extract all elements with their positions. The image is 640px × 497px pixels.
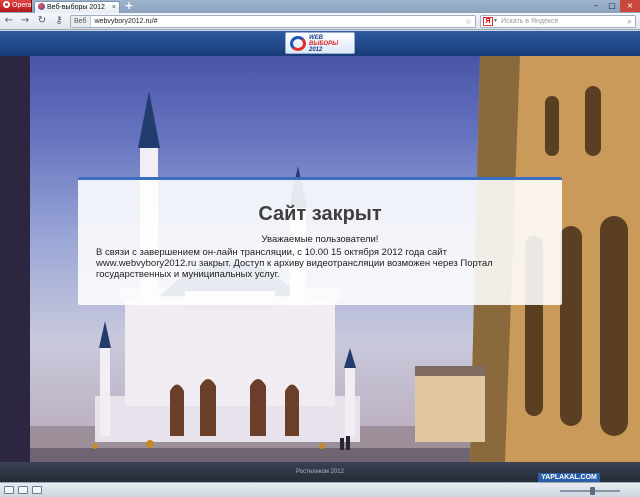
search-placeholder: Искать в Яндексе	[501, 18, 559, 25]
maximize-button[interactable]: □	[604, 0, 620, 12]
window-controls: – □ ×	[588, 0, 640, 12]
new-tab-button[interactable]: +	[123, 0, 135, 12]
close-window-button[interactable]: ×	[620, 0, 640, 12]
notice-title: Сайт закрыт	[258, 203, 382, 225]
opera-logo-icon	[3, 1, 10, 8]
speed-dial-icon[interactable]	[18, 486, 28, 494]
background-photo: Сайт закрыт Уважаемые пользователи! В св…	[0, 56, 640, 462]
site-badge[interactable]: Веб	[71, 16, 91, 27]
panel-toggle-icon[interactable]	[4, 486, 14, 494]
yandex-icon[interactable]: Я	[483, 17, 493, 26]
notice-message: В связи с завершением он-лайн трансляции…	[96, 247, 493, 280]
tab-webvybory[interactable]: Веб-выборы 2012 ×	[34, 1, 120, 13]
tab-bar: Opera Веб-выборы 2012 × + – □ ×	[0, 0, 640, 13]
logo-line-year: 2012	[309, 47, 323, 53]
back-button[interactable]: ←	[3, 15, 15, 27]
forward-button[interactable]: →	[19, 15, 31, 27]
tab-close-icon[interactable]: ×	[112, 2, 116, 13]
reload-button[interactable]: ↻	[36, 15, 48, 27]
site-header: WEB ВЫБОРЫ 2012	[0, 31, 640, 56]
site-favicon-icon	[38, 3, 45, 10]
search-go-icon[interactable]: ⌕	[628, 16, 632, 27]
opera-menu-label: Opera	[12, 2, 32, 9]
key-icon[interactable]: ⚷	[53, 15, 65, 27]
site-logo[interactable]: WEB ВЫБОРЫ 2012	[285, 32, 355, 54]
logo-swirl-icon	[290, 36, 306, 51]
address-url: webvybory2012.ru/#	[94, 18, 158, 25]
notice-greeting: Уважаемые пользователи!	[261, 234, 379, 245]
minimize-button[interactable]: –	[588, 0, 604, 12]
tab-label: Веб-выборы 2012	[47, 4, 105, 11]
zoom-slider-handle[interactable]	[590, 487, 595, 495]
status-bar	[0, 482, 640, 497]
search-engine-dropdown-icon[interactable]: ▾	[494, 16, 497, 27]
address-field[interactable]: Веб webvybory2012.ru/# ☆	[70, 15, 476, 28]
turbo-icon[interactable]	[32, 486, 42, 494]
search-field[interactable]: Я ▾ Искать в Яндексе ⌕	[480, 15, 636, 28]
navigation-bar: ← → ↻ ⚷ Веб webvybory2012.ru/# ☆ Я ▾ Иска…	[0, 13, 640, 30]
bookmark-star-icon[interactable]: ☆	[465, 16, 472, 27]
opera-menu-button[interactable]: Opera	[0, 0, 32, 12]
page-content: WEB ВЫБОРЫ 2012 Сайт закрыт Уважаемые по…	[0, 31, 640, 482]
site-closed-notice: Сайт закрыт Уважаемые пользователи! В св…	[78, 177, 562, 305]
logo-text: WEB ВЫБОРЫ 2012	[309, 35, 338, 53]
